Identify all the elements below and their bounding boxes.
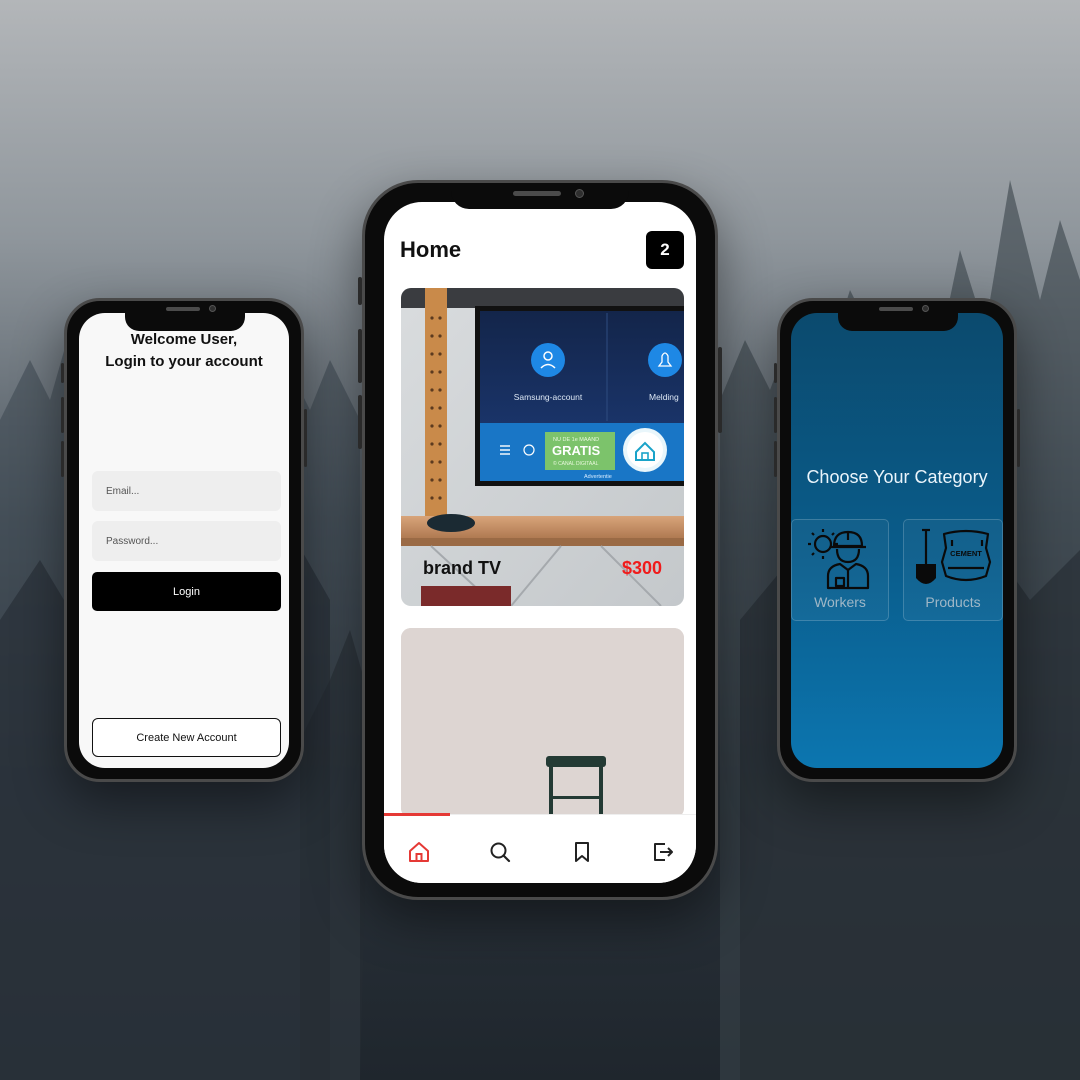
category-label-workers: Workers <box>814 594 866 610</box>
create-account-button[interactable]: Create New Account <box>92 718 281 757</box>
tv-tile-melding: Melding <box>649 392 679 402</box>
category-label-products: Products <box>925 594 981 610</box>
page-title: Home <box>400 237 462 262</box>
category-heading: Choose Your Category <box>806 467 988 487</box>
login-screen: Welcome User, Login to your account Logi… <box>79 313 289 768</box>
worker-icon <box>808 529 870 590</box>
logout-icon <box>654 843 673 861</box>
tab-home[interactable] <box>404 837 434 867</box>
tab-logout[interactable] <box>648 837 678 867</box>
phone-notch <box>451 183 629 209</box>
product-name: brand TV <box>423 558 502 578</box>
email-field[interactable] <box>92 471 281 511</box>
category-phone: Choose Your Category Workers CEMENT Prod… <box>774 298 1020 782</box>
tv-banner-line3: © CANAL DIGITAAL <box>553 460 599 467</box>
cement-bag-shovel-icon: CEMENT <box>916 528 992 584</box>
cement-text: CEMENT <box>950 549 982 558</box>
active-tab-indicator <box>384 813 450 816</box>
home-icon <box>409 842 429 862</box>
home-phone: Home 2 Samsung-account Melding NU DE 1e … <box>358 180 722 900</box>
product-price: $300 <box>621 558 662 578</box>
tv-tile-samsung-account: Samsung-account <box>514 392 583 402</box>
product-card[interactable]: Samsung-account Melding NU DE 1e MAAND G… <box>401 288 684 606</box>
product-card[interactable] <box>401 628 684 818</box>
bookmark-icon <box>575 842 589 862</box>
login-subtitle: Login to your account <box>105 353 263 370</box>
category-card-products[interactable]: CEMENT Products <box>903 519 1003 621</box>
login-button[interactable]: Login <box>92 572 281 611</box>
phone-notch <box>838 301 958 331</box>
password-field[interactable] <box>92 521 281 561</box>
product-image-chair <box>401 628 684 818</box>
tv-ad-label: Advertentie <box>584 474 612 480</box>
bottom-tab-bar <box>384 813 696 883</box>
login-phone: Welcome User, Login to your account Logi… <box>61 298 307 782</box>
tv-banner-gratis: GRATIS <box>552 443 600 458</box>
home-screen: Home 2 Samsung-account Melding NU DE 1e … <box>384 202 696 883</box>
cart-count-badge[interactable]: 2 <box>646 231 684 269</box>
login-heading: Welcome User, Login to your account <box>79 329 289 373</box>
search-icon <box>490 842 511 863</box>
category-screen: Choose Your Category Workers CEMENT Prod… <box>791 313 1003 768</box>
category-card-workers[interactable]: Workers <box>791 519 889 621</box>
tab-bookmarks[interactable] <box>567 837 597 867</box>
phone-notch <box>125 301 245 331</box>
tab-search[interactable] <box>485 837 515 867</box>
welcome-text: Welcome User, <box>130 331 238 348</box>
